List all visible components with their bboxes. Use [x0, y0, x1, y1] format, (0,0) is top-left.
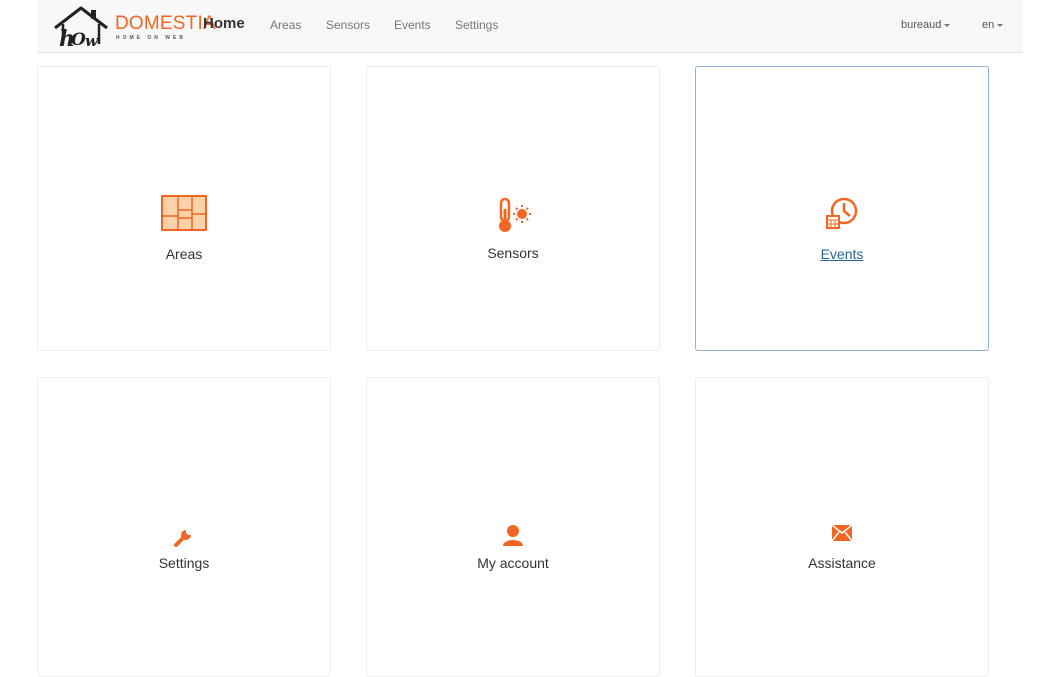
thermometer-icon	[367, 195, 659, 240]
svg-text:O: O	[71, 30, 86, 48]
tile-label: Assistance	[808, 555, 876, 571]
tile-label: Settings	[158, 555, 210, 571]
tile-areas[interactable]: Areas	[37, 66, 331, 351]
nav-link-sensors[interactable]: Sensors	[326, 18, 370, 32]
caret-down-icon	[944, 23, 951, 27]
top-navbar: h O w DOMESTIA HOME ON WEB Home Areas Se…	[37, 0, 1023, 53]
wrench-icon	[38, 526, 330, 553]
nav-link-events[interactable]: Events	[394, 18, 431, 32]
tile-settings[interactable]: Settings	[37, 377, 331, 677]
floorplan-icon	[38, 194, 330, 237]
tile-assistance[interactable]: Assistance	[695, 377, 989, 677]
tile-label: Sensors	[487, 245, 539, 261]
user-menu-label: bureaud	[901, 19, 942, 31]
nav-link-areas[interactable]: Areas	[270, 18, 301, 32]
tile-sensors[interactable]: Sensors	[366, 66, 660, 351]
brand-name: DOMESTIA	[115, 13, 216, 34]
envelope-icon	[696, 524, 988, 546]
language-dropdown[interactable]: en	[982, 19, 1004, 31]
tile-label: My account	[477, 555, 549, 571]
nav-home-link[interactable]: Home	[203, 15, 245, 32]
language-label: en	[982, 19, 995, 31]
nav-link-settings[interactable]: Settings	[455, 18, 498, 32]
user-icon	[367, 524, 659, 551]
caret-down-icon	[997, 23, 1004, 27]
svg-text:w: w	[85, 32, 99, 48]
clock-calendar-icon	[696, 196, 988, 237]
tile-events[interactable]: Events	[695, 66, 989, 351]
tile-label: Areas	[165, 246, 203, 262]
house-logo-icon: h O w	[54, 6, 108, 48]
tile-my-account[interactable]: My account	[366, 377, 660, 677]
tile-label: Events	[820, 246, 864, 262]
brand-tagline: HOME ON WEB	[116, 35, 186, 41]
user-menu-dropdown[interactable]: bureaud	[901, 19, 951, 31]
